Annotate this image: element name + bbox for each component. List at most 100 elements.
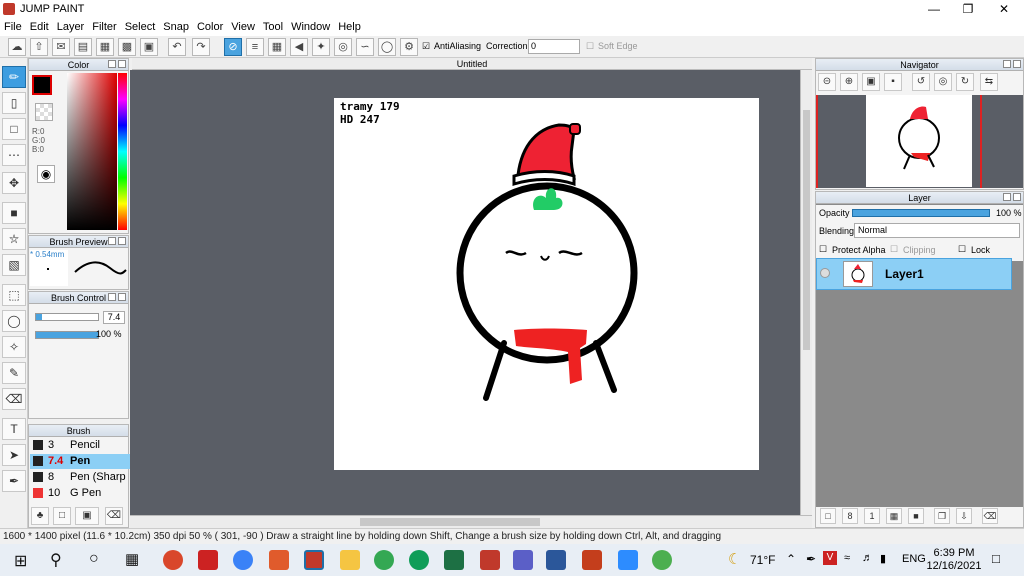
search-icon[interactable]: ⚲ [50,550,62,570]
menu-window[interactable]: Window [287,21,334,33]
secondary-color-swatch[interactable] [35,103,53,121]
grid-snap-icon[interactable]: ▦ [268,38,286,56]
blending-select[interactable]: Normal [854,223,1020,238]
minimize-icon[interactable]: — [916,0,952,18]
layer-opacity-slider[interactable] [852,209,990,217]
pen-tray-icon[interactable]: ✒ [806,552,816,566]
document-tab[interactable]: Untitled [132,58,812,70]
add-brush-icon[interactable]: ♣ [31,507,49,525]
brush-item[interactable]: 10 G Pen [30,486,146,501]
panel-close-icon[interactable] [118,293,126,301]
move-tool-icon[interactable]: ✥ [2,172,26,194]
panel-close-icon[interactable] [1013,60,1021,68]
folder-icon[interactable]: ■ [908,508,924,524]
antialiasing-checkbox[interactable]: ☑ [422,41,430,52]
halftone-layer-icon[interactable]: ▦ [886,508,902,524]
menu-layer[interactable]: Layer [53,21,89,33]
undo-icon[interactable]: ↶ [168,38,186,56]
brush-item-selected[interactable]: 7.4 Pen [30,454,146,469]
wifi-icon[interactable]: ≈ [844,552,850,564]
cloud-icon[interactable]: ☁ [8,38,26,56]
brush-opacity-slider[interactable] [35,331,99,339]
reset-rotation-icon[interactable]: ◎ [934,73,952,91]
app-icon-2[interactable] [198,550,218,570]
rectangle-tool-icon[interactable]: □ [2,118,26,140]
export-icon[interactable]: ⇧ [30,38,48,56]
fill-rect-tool-icon[interactable]: ■ [2,202,26,224]
vertical-scroll-thumb[interactable] [803,110,810,350]
parallel-snap-icon[interactable]: ≡ [246,38,264,56]
curve-snap-icon[interactable]: ∽ [356,38,374,56]
panel-float-icon[interactable] [1003,60,1011,68]
delete-brush-icon[interactable]: ⌫ [105,507,123,525]
app-icon-4[interactable] [269,550,289,570]
acrobat-icon[interactable] [480,550,500,570]
lasso-tool-icon[interactable]: ◯ [2,310,26,332]
cortana-icon[interactable]: ○ [89,550,99,568]
radial-snap-icon[interactable]: ◀ [290,38,308,56]
horizontal-scrollbar[interactable] [130,515,812,528]
primary-color-swatch[interactable] [32,75,52,95]
panel-float-icon[interactable] [1003,193,1011,201]
actual-size-icon[interactable]: ▪ [884,73,902,91]
clock[interactable]: 6:39 PM 12/16/2021 [926,547,982,573]
select-eraser-tool-icon[interactable]: ⌫ [2,388,26,410]
chrome-icon[interactable] [233,550,253,570]
menu-filter[interactable]: Filter [88,21,120,33]
new-8bit-layer-icon[interactable]: 8 [842,508,858,524]
lock-checkbox[interactable]: ☐ [958,244,966,255]
drawing-canvas[interactable]: tramy 179 HD 247 [334,98,759,470]
brush-size-value[interactable]: 7.4 [103,311,125,324]
zoom-in-icon[interactable]: ⊕ [840,73,858,91]
color-saturation-field[interactable] [67,73,117,230]
crossline-snap-icon[interactable]: ✦ [312,38,330,56]
word-icon[interactable] [546,550,566,570]
bucket-tool-icon[interactable]: ⛦ [2,228,26,250]
grid-settings-icon[interactable]: ▩ [118,38,136,56]
horizontal-scroll-thumb[interactable] [360,518,540,526]
soft-edge-checkbox[interactable]: ☐ [586,41,594,52]
dot-tool-icon[interactable]: ⋯ [2,144,26,166]
chrome-2-icon[interactable] [374,550,394,570]
brush-tool-icon[interactable]: ✏ [2,66,26,88]
powerpoint-icon[interactable] [582,550,602,570]
message-icon[interactable]: ▤ [74,38,92,56]
circle-snap-icon[interactable]: ◎ [334,38,352,56]
antivirus-tray-icon[interactable]: V [823,551,837,565]
magic-wand-tool-icon[interactable]: ✧ [2,336,26,358]
text-tool-icon[interactable]: T [2,418,26,440]
gradient-tool-icon[interactable]: ▧ [2,254,26,276]
hue-slider[interactable] [118,73,127,230]
panel-close-icon[interactable] [1013,193,1021,201]
duplicate-layer-icon[interactable]: ❐ [934,508,950,524]
canvas-size-icon[interactable]: ▣ [140,38,158,56]
weather-temp[interactable]: 71°F [750,553,775,567]
volume-icon[interactable]: ♬ [862,552,873,564]
document-icon[interactable]: ▦ [96,38,114,56]
clipping-checkbox[interactable]: ☐ [890,244,898,255]
menu-snap[interactable]: Snap [159,21,193,33]
new-1bit-layer-icon[interactable]: 1 [864,508,880,524]
brush-size-slider[interactable] [35,313,99,321]
file-explorer-icon[interactable] [340,550,360,570]
close-icon[interactable]: ✕ [986,0,1022,18]
redo-icon[interactable]: ↷ [192,38,210,56]
eraser-tool-icon[interactable]: ▯ [2,92,26,114]
layer-visibility-icon[interactable] [820,268,830,278]
panel-float-icon[interactable] [108,293,116,301]
rotate-left-icon[interactable]: ↺ [912,73,930,91]
ellipse-snap-icon[interactable]: ◯ [378,38,396,56]
correction-select[interactable]: 0 [528,39,580,54]
brush-item[interactable]: 3 Pencil [30,438,146,453]
panel-float-icon[interactable] [108,237,116,245]
task-view-icon[interactable]: ▦ [125,550,139,568]
delete-layer-icon[interactable]: ⌫ [982,508,998,524]
menu-edit[interactable]: Edit [26,21,53,33]
weather-icon[interactable]: ☾ [728,550,741,568]
menu-help[interactable]: Help [334,21,365,33]
merge-layer-icon[interactable]: ⇩ [956,508,972,524]
teams-icon[interactable] [513,550,533,570]
tray-chevron-icon[interactable]: ⌃ [786,552,796,566]
zoom-out-icon[interactable]: ⊝ [818,73,836,91]
menu-view[interactable]: View [227,21,259,33]
